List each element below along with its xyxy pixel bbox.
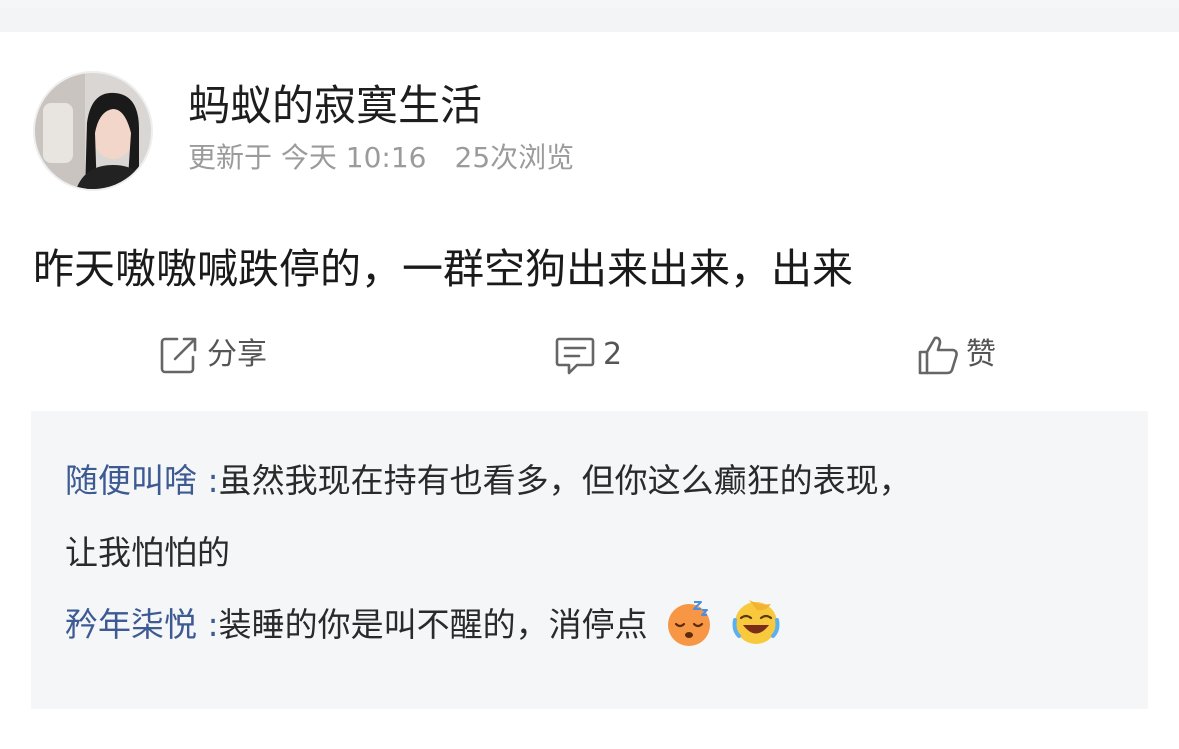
like-button[interactable]: 赞: [916, 330, 996, 380]
comment-username[interactable]: 矜年柒悦: [65, 605, 197, 644]
top-separator: [0, 0, 1179, 32]
comment-button[interactable]: 2: [553, 330, 622, 380]
comment-item: 矜年柒悦 :装睡的你是叫不醒的，消停点: [65, 589, 1114, 661]
comment-separator: :: [207, 605, 219, 644]
like-label: 赞: [966, 337, 996, 372]
comment-icon: [555, 337, 595, 375]
comment-text-continued: 让我怕怕的: [65, 533, 230, 572]
author-avatar[interactable]: [33, 71, 153, 191]
comment-list: 随便叫啥 :虽然我现在持有也看多，但你这么癫狂的表现， 让我怕怕的 矜年柒悦 :…: [31, 411, 1148, 709]
avatar-photo: [35, 73, 151, 189]
comment-username[interactable]: 随便叫啥: [65, 461, 197, 500]
comment-text: 装睡的你是叫不醒的，消停点: [218, 605, 648, 644]
rolling-laughing-icon: [732, 600, 780, 644]
updated-time: 更新于 今天 10:16: [188, 141, 427, 174]
view-count: 25次浏览: [454, 141, 575, 174]
post-body: 昨天嗷嗷喊跌停的，一群空狗出来出来，出来: [33, 245, 853, 293]
comment-count: 2: [603, 337, 623, 372]
author-name[interactable]: 蚂蚁的寂寞生活: [188, 78, 482, 134]
thumbs-up-icon: [918, 336, 958, 375]
share-button[interactable]: 分享: [157, 330, 267, 380]
comment-separator: :: [207, 461, 219, 500]
post-meta: 更新于 今天 10:16 25次浏览: [188, 140, 574, 176]
comment-item: 随便叫啥 :虽然我现在持有也看多，但你这么癫狂的表现， 让我怕怕的: [65, 445, 1114, 589]
comment-text: 虽然我现在持有也看多，但你这么癫狂的表现，: [218, 461, 912, 500]
share-icon: [160, 337, 197, 374]
share-label: 分享: [207, 337, 267, 372]
sleeping-face-icon: [668, 601, 711, 646]
